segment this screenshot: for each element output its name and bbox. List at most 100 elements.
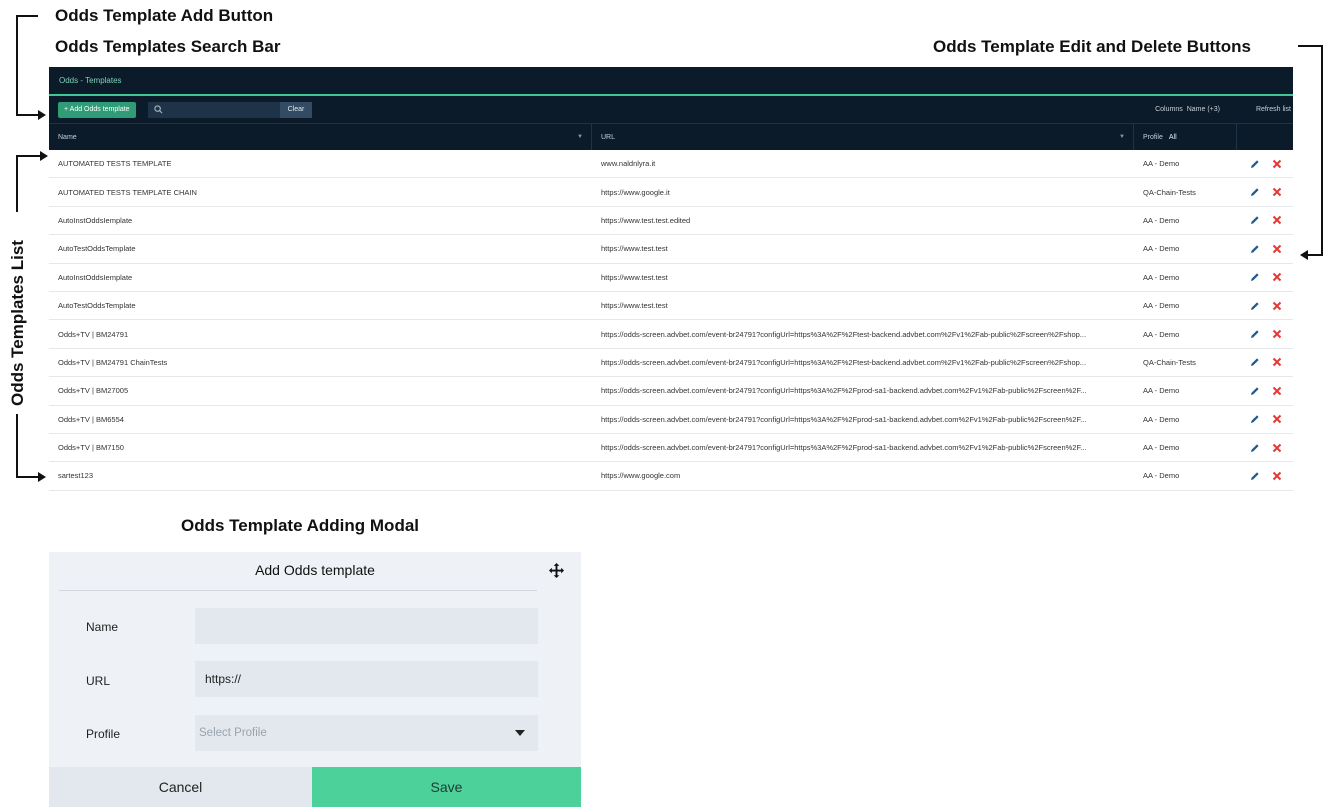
pencil-icon[interactable] [1250,357,1260,367]
save-button[interactable]: Save [312,767,581,807]
x-delete-icon[interactable] [1272,272,1282,282]
templates-list: AUTOMATED TESTS TEMPLATE www.naldnlyra.it… [49,150,1293,491]
profile-select[interactable]: Select Profile [195,715,538,751]
sort-caret-icon[interactable]: ▼ [1119,134,1125,140]
pencil-icon[interactable] [1250,159,1260,169]
template-name: AutoTestOddsTemplate [58,244,136,254]
table-row[interactable]: AutoInstOddsIemplate https://www.test.tes… [49,264,1293,292]
connector-line [16,155,18,212]
clear-search-button[interactable]: Clear [279,101,313,118]
column-header-actions [1237,124,1293,150]
pencil-icon[interactable] [1250,471,1260,481]
table-row[interactable]: AutoInstOddsIemplate https://www.test.tes… [49,207,1293,236]
table-row[interactable]: AUTOMATED TESTS TEMPLATE CHAIN https://ww… [49,178,1293,207]
table-row[interactable]: Odds+TV | BM27005 https://odds-screen.adv… [49,377,1293,406]
template-url: https://www.test.test [601,301,668,311]
template-profile: AA - Demo [1143,159,1180,169]
template-url: https://odds-screen.advbet.com/event-br2… [601,443,1087,453]
chevron-down-icon [515,730,525,736]
template-name: AUTOMATED TESTS TEMPLATE CHAIN [58,187,197,197]
toolbar: + Add Odds template Clear Columns Name (… [49,96,1293,123]
pencil-icon[interactable] [1250,215,1260,225]
table-row[interactable]: AutoTestOddsTemplate https://www.test.tes… [49,292,1293,321]
annotation-adding-modal: Odds Template Adding Modal [181,516,419,535]
x-delete-icon[interactable] [1272,215,1282,225]
template-url: www.naldnlyra.it [601,159,656,169]
template-name: Odds+TV | BM24791 ChainTests [58,357,168,367]
x-delete-icon[interactable] [1272,329,1282,339]
row-actions [1237,414,1293,424]
table-row[interactable]: Odds+TV | BM7150 https://odds-screen.advb… [49,434,1293,463]
column-header-url[interactable]: URL ▼ [592,124,1134,150]
profile-filter[interactable]: All [1169,134,1177,141]
pencil-icon[interactable] [1250,301,1260,311]
template-profile: AA - Demo [1143,329,1180,339]
template-profile: AA - Demo [1143,443,1180,453]
x-delete-icon[interactable] [1272,471,1282,481]
table-row[interactable]: Odds+TV | BM6554 https://odds-screen.advb… [49,406,1293,434]
url-label: URL [86,674,111,688]
add-odds-template-button[interactable]: + Add Odds template [58,101,136,118]
connector-line [1321,45,1323,256]
refresh-list-button[interactable]: Refresh list [1256,106,1291,113]
table-row[interactable]: AutoTestOddsTemplate https://www.test.tes… [49,235,1293,264]
row-actions [1237,215,1293,225]
row-actions [1237,443,1293,453]
x-delete-icon[interactable] [1272,187,1282,197]
connector-line [16,155,40,157]
pencil-icon[interactable] [1250,414,1260,424]
name-field[interactable] [195,608,538,644]
move-icon[interactable] [549,563,564,578]
x-delete-icon[interactable] [1272,357,1282,367]
template-profile: AA - Demo [1143,215,1180,225]
pencil-icon[interactable] [1250,187,1260,197]
table-row[interactable]: sartest123 https://www.google.com AA - Dem… [49,462,1293,491]
row-actions [1237,187,1293,197]
row-actions [1237,244,1293,254]
columns-selector[interactable]: Name (+3) [1187,106,1220,113]
arrow-head-icon [38,472,46,482]
breadcrumb[interactable]: Odds - Templates [59,76,122,85]
template-url: https://www.test.test.edited [601,215,691,225]
template-name: sartest123 [58,471,94,481]
template-url: https://odds-screen.advbet.com/event-br2… [601,386,1087,396]
x-delete-icon[interactable] [1272,301,1282,311]
pencil-icon[interactable] [1250,244,1260,254]
pencil-icon[interactable] [1250,329,1260,339]
table-row[interactable]: Odds+TV | BM24791 https://odds-screen.adv… [49,320,1293,349]
column-header-name[interactable]: Name ▼ [49,124,592,150]
template-profile: AA - Demo [1143,414,1180,424]
template-profile: QA-Chain-Tests [1143,357,1196,367]
connector-line [16,114,38,116]
search-input[interactable] [166,106,277,113]
odds-templates-app: Odds - Templates + Add Odds template Cle… [49,67,1293,493]
cancel-button[interactable]: Cancel [49,767,312,807]
profile-label: Profile [86,727,121,741]
table-row[interactable]: AUTOMATED TESTS TEMPLATE www.naldnlyra.it… [49,150,1293,179]
search-bar[interactable] [147,101,280,118]
template-url: https://www.google.it [601,187,670,197]
pencil-icon[interactable] [1250,443,1260,453]
template-url: https://www.google.com [601,471,681,481]
x-delete-icon[interactable] [1272,443,1282,453]
pencil-icon[interactable] [1250,386,1260,396]
columns-label: Columns [1155,106,1183,113]
x-delete-icon[interactable] [1272,414,1282,424]
template-name: AutoInstOddsIemplate [58,215,133,225]
template-url: https://www.test.test [601,272,668,282]
template-profile: AA - Demo [1143,471,1180,481]
url-field[interactable] [195,661,538,697]
table-row[interactable]: Odds+TV | BM24791 ChainTests https://odds… [49,349,1293,378]
template-name: Odds+TV | BM24791 [58,329,129,339]
x-delete-icon[interactable] [1272,244,1282,254]
row-actions [1237,386,1293,396]
pencil-icon[interactable] [1250,272,1260,282]
toolbar-right: Columns Name (+3) Refresh list [1155,96,1293,123]
sort-caret-icon[interactable]: ▼ [577,134,583,140]
template-profile: AA - Demo [1143,272,1180,282]
template-url: https://www.test.test [601,244,668,254]
x-delete-icon[interactable] [1272,386,1282,396]
template-name: Odds+TV | BM27005 [58,386,129,396]
column-header-profile[interactable]: Profile All [1134,124,1237,150]
x-delete-icon[interactable] [1272,159,1282,169]
